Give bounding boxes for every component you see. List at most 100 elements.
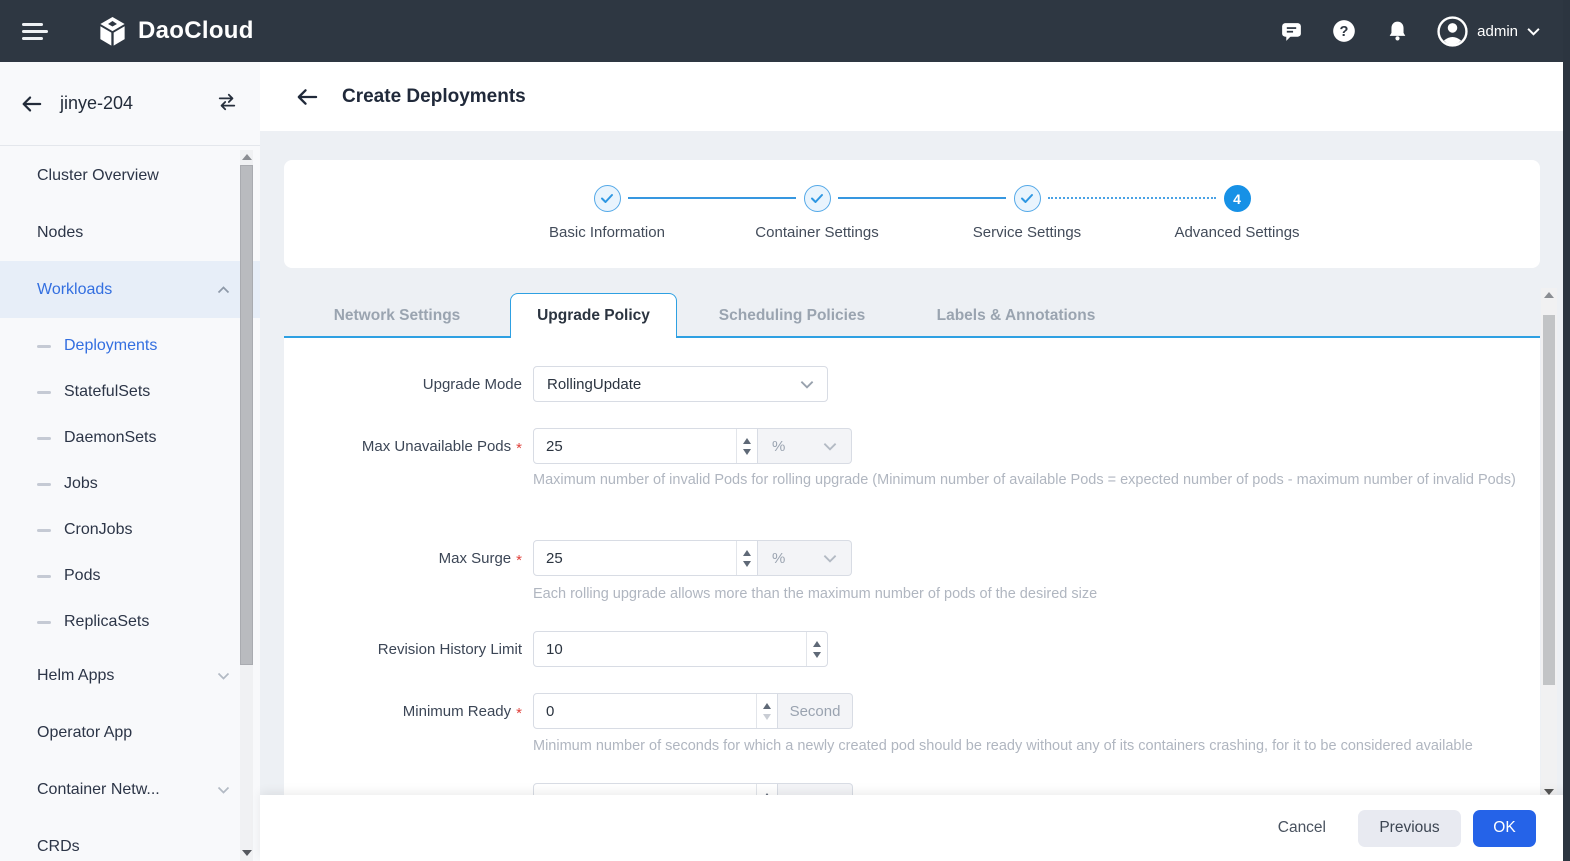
- number-stepper[interactable]: [736, 541, 757, 575]
- sidebar-scrollbar[interactable]: [240, 150, 253, 861]
- upgrade-policy-panel: Upgrade Mode RollingUpdate Max Unavailab…: [284, 338, 1540, 795]
- user-menu[interactable]: admin: [1437, 16, 1540, 47]
- sidebar-item-statefulsets[interactable]: StatefulSets: [0, 369, 260, 415]
- sidebar-item-jobs[interactable]: Jobs: [0, 461, 260, 507]
- minimum-ready-label: Minimum Ready: [284, 703, 522, 720]
- page-title: Create Deployments: [342, 86, 526, 108]
- required-asterisk: [516, 438, 522, 455]
- workloads-submenu: Deployments StatefulSets DaemonSets Jobs…: [0, 318, 260, 647]
- scrollbar-thumb[interactable]: [1543, 315, 1555, 685]
- step-service-settings[interactable]: Service Settings: [927, 185, 1127, 241]
- menu-toggle-icon[interactable]: [22, 19, 48, 44]
- upgrade-max-duration-input-group: [533, 783, 778, 795]
- max-surge-label: Max Surge: [284, 550, 522, 567]
- dash-icon: [37, 345, 51, 348]
- minimum-ready-input-group: [533, 693, 778, 729]
- minimum-ready-input[interactable]: [534, 694, 756, 728]
- stepper-up-icon[interactable]: [743, 438, 751, 444]
- cluster-back-icon[interactable]: [20, 94, 42, 114]
- sidebar-item-operator-app[interactable]: Operator App: [0, 704, 260, 761]
- max-unavailable-pods-input[interactable]: [534, 429, 736, 463]
- scroll-up-icon[interactable]: [1544, 292, 1554, 298]
- sidebar-item-container-network[interactable]: Container Netw...: [0, 761, 260, 818]
- max-unavailable-pods-unit-select: %: [758, 428, 852, 464]
- stepper-up-icon[interactable]: [813, 641, 821, 647]
- dash-icon: [37, 391, 51, 394]
- page-back-icon[interactable]: [295, 87, 318, 107]
- chevron-down-icon: [800, 380, 814, 389]
- revision-history-limit-label: Revision History Limit: [284, 641, 522, 658]
- previous-button[interactable]: Previous: [1358, 810, 1461, 847]
- upgrade-max-duration-input[interactable]: [534, 784, 756, 795]
- stepper-up-icon[interactable]: [763, 703, 771, 709]
- step-check-icon: [594, 185, 621, 212]
- scrollbar-thumb[interactable]: [240, 165, 253, 665]
- step-basic-information[interactable]: Basic Information: [507, 185, 707, 241]
- upgrade-mode-label: Upgrade Mode: [284, 376, 522, 393]
- max-unavailable-pods-input-group: [533, 428, 758, 464]
- sidebar-item-cluster-overview[interactable]: Cluster Overview: [0, 147, 260, 204]
- tab-upgrade-policy[interactable]: Upgrade Policy: [510, 293, 677, 338]
- daocloud-logo-icon: [96, 15, 129, 48]
- dash-icon: [37, 575, 51, 578]
- cluster-name: jinye-204: [60, 93, 133, 114]
- username-label: admin: [1477, 23, 1518, 40]
- step-container-settings[interactable]: Container Settings: [717, 185, 917, 241]
- upgrade-mode-select[interactable]: RollingUpdate: [533, 366, 828, 402]
- dash-icon: [37, 437, 51, 440]
- sidebar: jinye-204 Cluster Overview Nodes Workloa…: [0, 62, 260, 861]
- step-advanced-settings[interactable]: 4 Advanced Settings: [1137, 185, 1337, 241]
- dash-icon: [37, 621, 51, 624]
- scroll-down-icon[interactable]: [242, 850, 252, 856]
- sidebar-item-helm-apps[interactable]: Helm Apps: [0, 647, 260, 704]
- brand-name: DaoCloud: [138, 17, 254, 45]
- revision-history-limit-input-group: [533, 631, 828, 667]
- switch-cluster-icon[interactable]: [216, 92, 238, 117]
- notifications-bell-icon[interactable]: [1384, 18, 1410, 44]
- number-stepper[interactable]: [756, 694, 777, 728]
- upgrade-max-duration-unit: Second: [778, 783, 853, 795]
- chevron-down-icon: [823, 442, 837, 451]
- stepper-down-icon: [763, 714, 771, 720]
- sidebar-item-crds[interactable]: CRDs: [0, 818, 260, 861]
- sidebar-menu: Cluster Overview Nodes Workloads Deploym…: [0, 147, 260, 861]
- max-surge-input[interactable]: [534, 541, 736, 575]
- number-stepper[interactable]: [806, 632, 827, 666]
- revision-history-limit-input[interactable]: [534, 632, 806, 666]
- scroll-up-icon[interactable]: [242, 154, 252, 160]
- messages-icon[interactable]: [1278, 18, 1304, 44]
- tab-labels-annotations[interactable]: Labels & Annotations: [907, 293, 1125, 338]
- cancel-button[interactable]: Cancel: [1264, 811, 1340, 845]
- svg-text:?: ?: [1340, 24, 1349, 40]
- sidebar-item-replicasets[interactable]: ReplicaSets: [0, 599, 260, 645]
- sidebar-item-workloads[interactable]: Workloads: [0, 261, 260, 318]
- avatar-icon: [1437, 16, 1468, 47]
- ok-button[interactable]: OK: [1473, 810, 1536, 847]
- wizard-footer: Cancel Previous OK: [260, 795, 1570, 861]
- content-scrollbar[interactable]: [1541, 288, 1557, 800]
- sidebar-item-nodes[interactable]: Nodes: [0, 204, 260, 261]
- minimum-ready-unit: Second: [778, 693, 853, 729]
- stepper: Basic Information Container Settings Ser…: [284, 160, 1540, 268]
- sidebar-item-deployments[interactable]: Deployments: [0, 323, 260, 369]
- number-stepper[interactable]: [756, 784, 777, 795]
- stepper-up-icon[interactable]: [743, 550, 751, 556]
- sidebar-item-pods[interactable]: Pods: [0, 553, 260, 599]
- max-surge-unit-select: %: [758, 540, 852, 576]
- brand-logo[interactable]: DaoCloud: [96, 15, 254, 48]
- number-stepper[interactable]: [736, 429, 757, 463]
- help-icon[interactable]: ?: [1331, 18, 1357, 44]
- chevron-up-icon: [217, 286, 230, 294]
- sidebar-item-daemonsets[interactable]: DaemonSets: [0, 415, 260, 461]
- tab-scheduling-policies[interactable]: Scheduling Policies: [677, 293, 907, 338]
- sidebar-item-cronjobs[interactable]: CronJobs: [0, 507, 260, 553]
- tab-bar: Network Settings Upgrade Policy Scheduli…: [284, 293, 1540, 338]
- stepper-down-icon[interactable]: [743, 561, 751, 567]
- stepper-down-icon[interactable]: [743, 449, 751, 455]
- tab-network-settings[interactable]: Network Settings: [284, 293, 510, 338]
- chevron-down-icon: [217, 786, 230, 794]
- step-check-icon: [1014, 185, 1041, 212]
- stepper-down-icon[interactable]: [813, 652, 821, 658]
- max-unavailable-pods-label: Max Unavailable Pods: [284, 438, 522, 455]
- dash-icon: [37, 529, 51, 532]
